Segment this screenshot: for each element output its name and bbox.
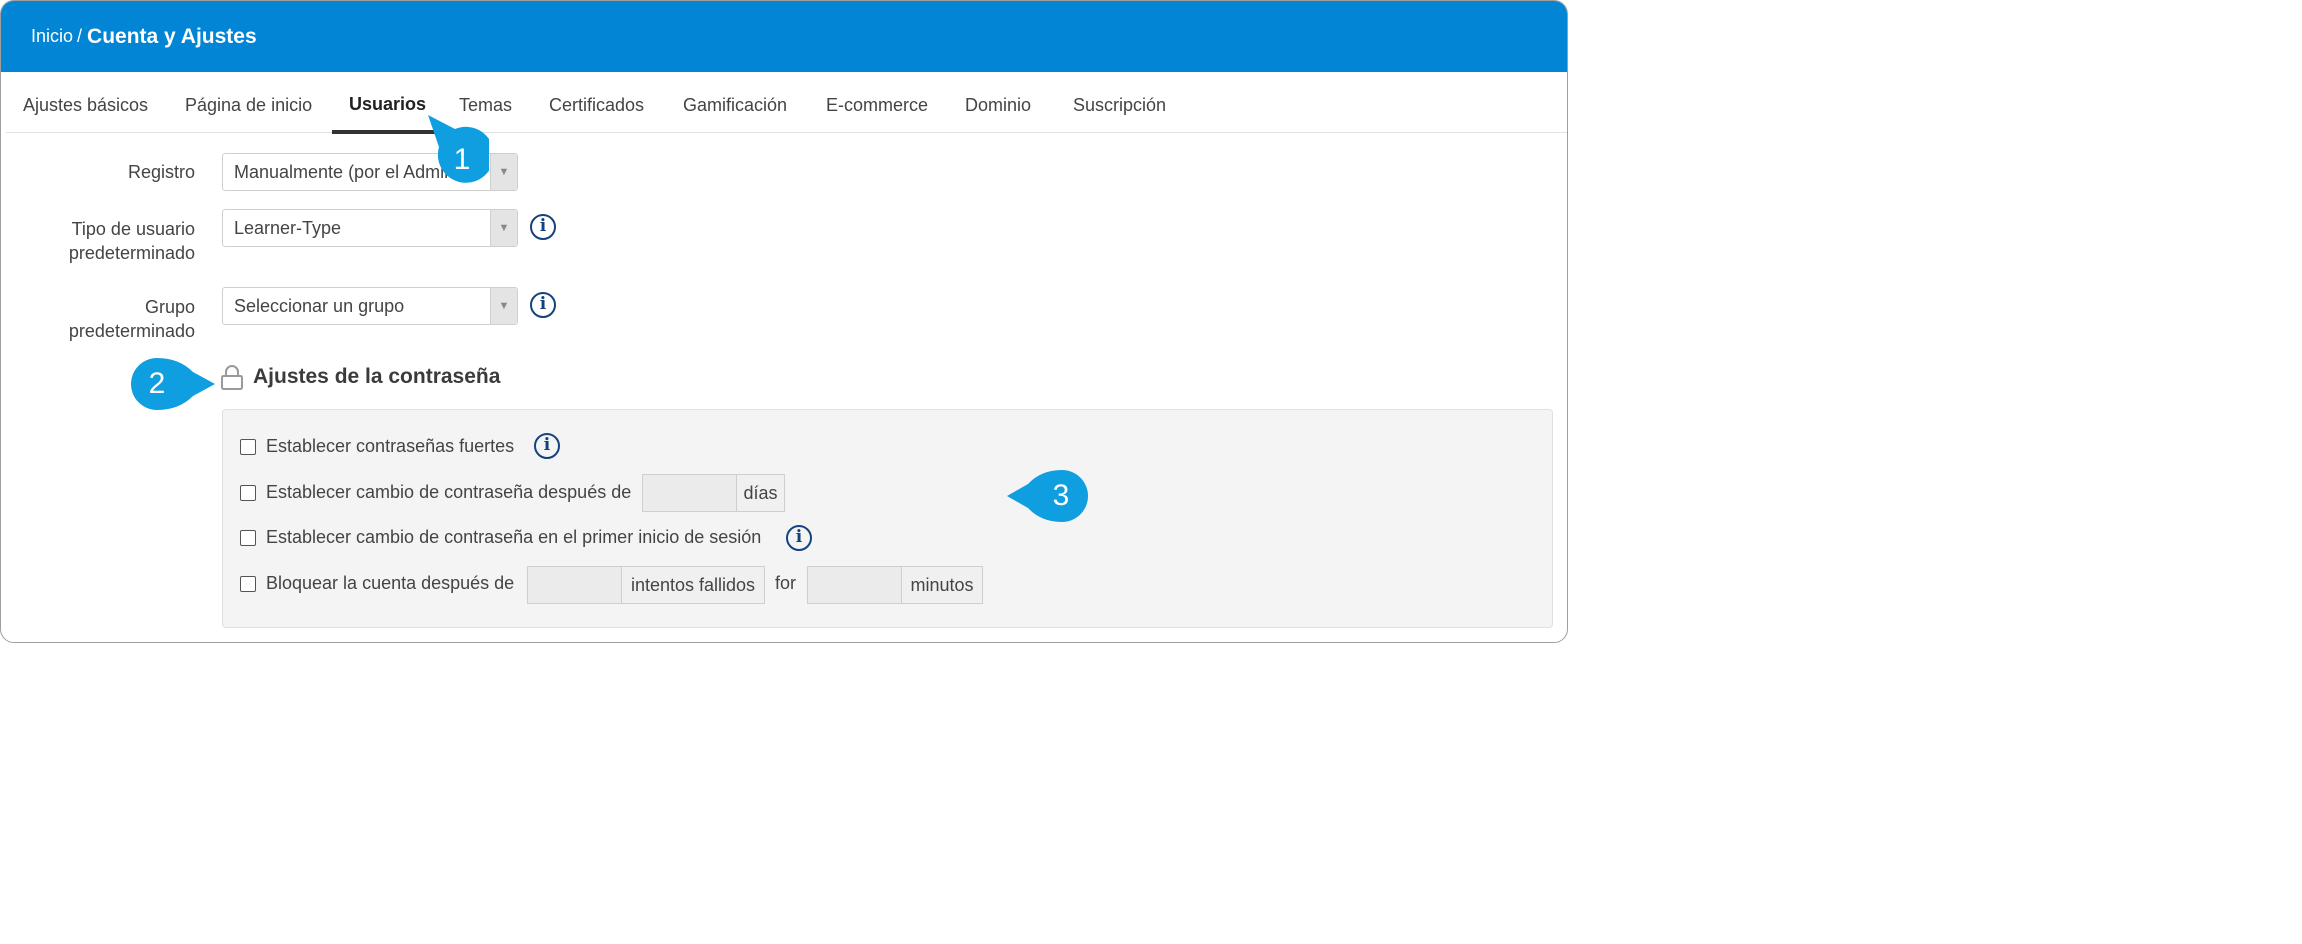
tipo-usuario-select[interactable]: Learner-Type ▼ (222, 209, 518, 247)
lock-account-label: Bloquear la cuenta después de (266, 573, 515, 593)
password-section-title: Ajustes de la contraseña (253, 365, 501, 388)
lock-minutes-input[interactable] (807, 566, 902, 604)
grupo-label: Grupo predeterminado (31, 295, 195, 343)
password-expiry-days-input[interactable] (642, 474, 737, 512)
tipo-usuario-label: Tipo de usuario predeterminado (31, 217, 195, 265)
callout-3-number: 3 (1052, 479, 1070, 512)
tab-ajustes-basicos[interactable]: Ajustes básicos (6, 72, 165, 133)
registro-label: Registro (127, 162, 195, 182)
chevron-down-icon[interactable]: ▼ (490, 210, 517, 246)
first-login-change-label: Establecer cambio de contraseña en el pr… (266, 527, 762, 547)
tipo-usuario-select-value: Learner-Type (234, 218, 342, 238)
tab-dominio[interactable]: Dominio (948, 72, 1048, 133)
strong-password-label: Establecer contraseñas fuertes (266, 436, 515, 456)
settings-tabs: Ajustes básicos Página de inicio Usuario… (6, 72, 1567, 134)
grupo-select-value: Seleccionar un grupo (234, 296, 405, 316)
lock-minutes-unit: minutos (901, 566, 983, 604)
callout-3: 3 (1007, 468, 1089, 524)
password-expiry-unit: días (736, 474, 785, 512)
password-expiry-label: Establecer cambio de contraseña después … (266, 482, 632, 502)
strong-password-checkbox[interactable] (240, 439, 256, 455)
grupo-label-line1: Grupo (144, 297, 195, 317)
chevron-down-icon[interactable]: ▼ (490, 288, 517, 324)
lock-icon (221, 365, 243, 390)
tipo-usuario-label-line1: Tipo de usuario (71, 219, 195, 239)
tab-certificados[interactable]: Certificados (532, 72, 661, 133)
breadcrumb-home[interactable]: Inicio (31, 26, 73, 47)
callout-1-number: 1 (453, 143, 471, 176)
callout-2-number: 2 (148, 367, 166, 400)
info-icon[interactable]: i (786, 525, 812, 551)
tab-suscripcion[interactable]: Suscripción (1056, 72, 1183, 133)
lock-for-label: for (775, 573, 797, 593)
grupo-select[interactable]: Seleccionar un grupo ▼ (222, 287, 518, 325)
tab-e-commerce[interactable]: E-commerce (809, 72, 945, 133)
chevron-down-icon[interactable]: ▼ (490, 154, 517, 190)
callout-1: 1 (406, 112, 489, 187)
breadcrumb-separator: / (77, 26, 83, 46)
tipo-usuario-label-line2: predeterminado (68, 243, 195, 263)
info-icon[interactable]: i (530, 292, 556, 318)
app-window: Inicio / Cuenta y Ajustes Ajustes básico… (0, 0, 1568, 643)
info-icon[interactable]: i (534, 433, 560, 459)
tab-gamificacion[interactable]: Gamificación (666, 72, 804, 133)
callout-2: 2 (131, 356, 216, 412)
page-title: Cuenta y Ajustes (87, 24, 257, 48)
grupo-label-line2: predeterminado (68, 321, 195, 341)
failed-attempts-unit: intentos fallidos (621, 566, 765, 604)
password-expiry-checkbox[interactable] (240, 485, 256, 501)
lock-account-checkbox[interactable] (240, 576, 256, 592)
info-icon[interactable]: i (530, 214, 556, 240)
page-header: Inicio / Cuenta y Ajustes (1, 1, 1567, 72)
tab-pagina-de-inicio[interactable]: Página de inicio (168, 72, 329, 133)
failed-attempts-input[interactable] (527, 566, 622, 604)
first-login-change-checkbox[interactable] (240, 530, 256, 546)
